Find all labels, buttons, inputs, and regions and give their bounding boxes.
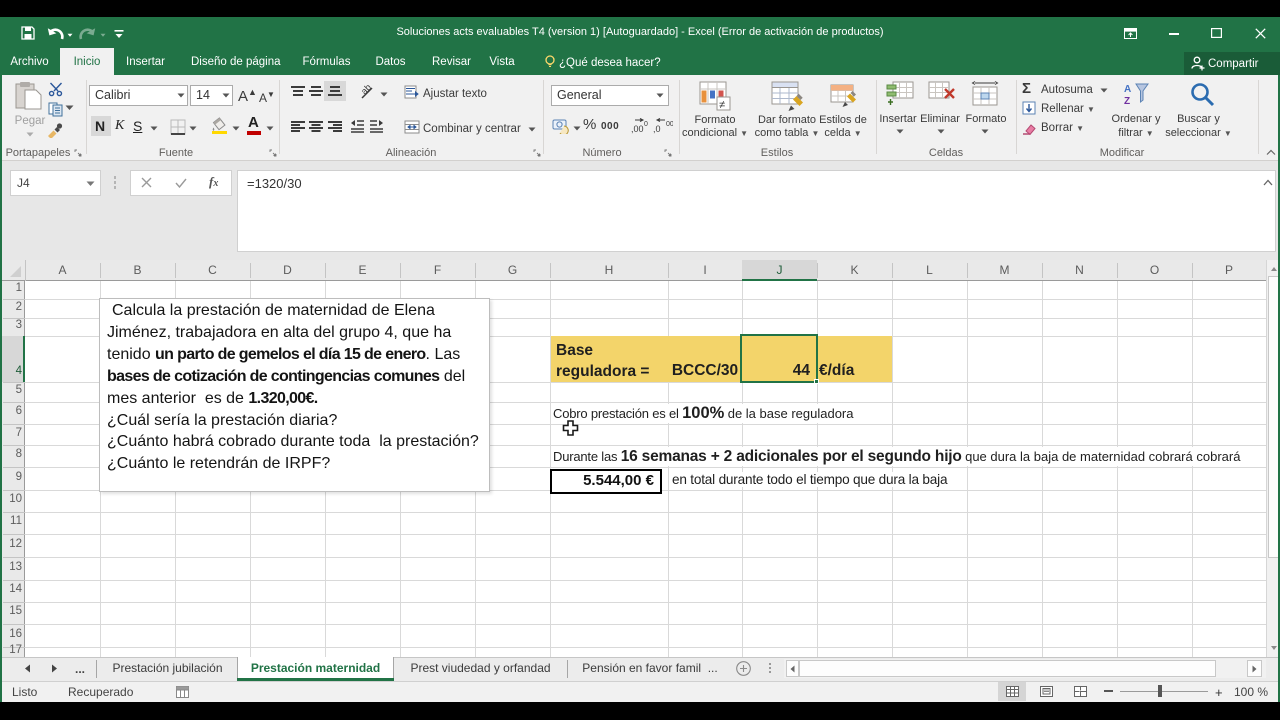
svg-text:≠: ≠: [719, 99, 725, 111]
svg-text:0: 0: [644, 121, 648, 128]
svg-text:ab: ab: [360, 84, 373, 96]
svg-text:,00: ,00: [631, 124, 644, 134]
svg-text:,0: ,0: [653, 124, 661, 134]
svg-text:A: A: [1124, 84, 1131, 95]
svg-text:Z: Z: [1124, 96, 1130, 106]
